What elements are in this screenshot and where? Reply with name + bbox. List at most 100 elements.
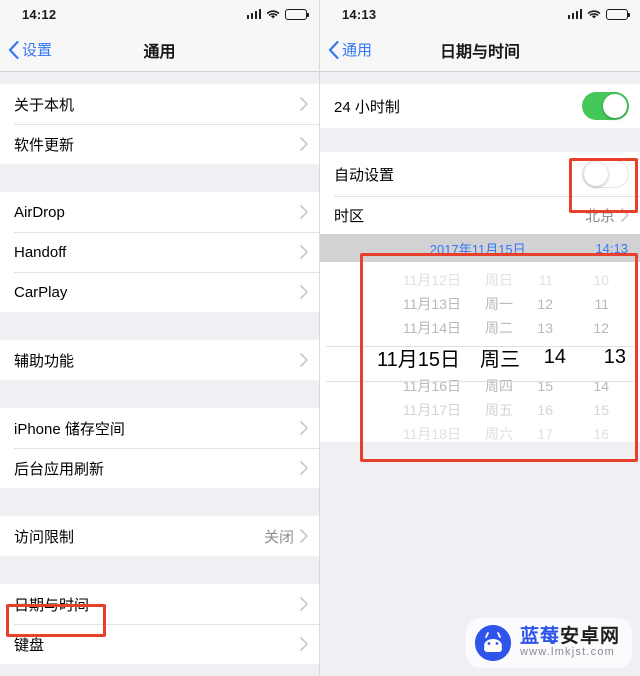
settings-row-24-hour[interactable]: 24 小时制 xyxy=(320,84,640,128)
picker-row[interactable]: 11月14日 周二 13 12 xyxy=(320,316,640,340)
cellular-bars-icon xyxy=(246,9,261,19)
dual-screenshot-container: 14:12 设置 通用 关于本机 软件更新 AirDrop Handoff Ca… xyxy=(0,0,640,676)
row-value: 关闭 xyxy=(263,528,294,546)
picker-minute: 10 xyxy=(593,272,609,288)
chevron-right-icon xyxy=(621,208,629,222)
picker-hour: 14 xyxy=(543,345,566,368)
picker-date: 11月12日 xyxy=(402,272,461,288)
chevron-right-icon xyxy=(300,285,308,299)
date-picker-wheel[interactable]: 11月12日 周日 11 10 11月13日 周一 12 11 11月14日 周… xyxy=(320,262,640,442)
row-value: 北京 xyxy=(584,207,615,225)
picker-minute: 11 xyxy=(594,296,609,312)
toggle-24-hour[interactable] xyxy=(582,92,629,120)
picker-date: 11月18日 xyxy=(402,426,461,442)
picker-date: 11月14日 xyxy=(402,320,461,336)
settings-row-carplay[interactable]: CarPlay xyxy=(0,272,319,312)
settings-row-keyboard[interactable]: 键盘 xyxy=(0,624,319,664)
chevron-left-icon xyxy=(8,40,19,59)
row-label: iPhone 储存空间 xyxy=(14,420,125,438)
battery-icon xyxy=(606,8,631,20)
android-robot-icon xyxy=(474,625,511,661)
back-button-settings[interactable]: 设置 xyxy=(0,39,52,60)
left-nav-bar: 设置 通用 xyxy=(0,28,319,72)
section-gap xyxy=(320,72,640,84)
status-icons xyxy=(246,0,310,28)
picker-hour: 16 xyxy=(537,402,553,418)
section-gap xyxy=(0,164,319,192)
watermark-url: www.lmkjst.com xyxy=(519,646,615,659)
watermark-name-dark: 安卓网 xyxy=(559,626,620,648)
chevron-right-icon xyxy=(300,421,308,435)
picker-row[interactable]: 11月13日 周一 12 11 xyxy=(320,292,640,316)
picker-row[interactable]: 11月16日 周四 15 14 xyxy=(320,374,640,398)
picker-weekday: 周六 xyxy=(485,426,513,442)
settings-row-airdrop[interactable]: AirDrop xyxy=(0,192,319,232)
picker-weekday: 周二 xyxy=(485,320,513,336)
picker-row[interactable]: 11月18日 周六 17 16 xyxy=(320,422,640,442)
settings-row-time-zone[interactable]: 时区 北京 xyxy=(320,196,640,234)
row-label: 24 小时制 xyxy=(334,98,400,116)
status-time: 14:12 xyxy=(22,6,57,22)
picker-weekday: 周一 xyxy=(485,296,513,312)
right-status-bar: 14:13 xyxy=(320,0,640,28)
row-label: 访问限制 xyxy=(14,528,75,546)
chevron-right-icon xyxy=(300,205,308,219)
picker-weekday: 周四 xyxy=(485,378,513,394)
toggle-knob xyxy=(584,162,608,186)
settings-row-accessibility[interactable]: 辅助功能 xyxy=(0,340,319,380)
picker-minute: 16 xyxy=(593,426,609,442)
toggle-knob xyxy=(603,94,627,118)
row-label: Handoff xyxy=(14,243,67,261)
battery-icon xyxy=(285,8,310,20)
picker-weekday: 周日 xyxy=(485,272,513,288)
watermark-name: 蓝莓安卓网 xyxy=(520,627,620,647)
section-gap xyxy=(0,380,319,408)
section-gap xyxy=(0,488,319,516)
settings-row-date-and-time[interactable]: 日期与时间 xyxy=(0,584,319,624)
settings-row-iphone-storage[interactable]: iPhone 储存空间 xyxy=(0,408,319,448)
date-time-settings-list: 24 小时制 自动设置 时区 北京 2017年11月15日 14:13 11月1… xyxy=(320,72,640,442)
chevron-right-icon xyxy=(300,461,308,475)
left-phone-screen: 14:12 设置 通用 关于本机 软件更新 AirDrop Handoff Ca… xyxy=(0,0,320,676)
right-phone-screen: 14:13 通用 日期与时间 24 小时制 自动设置 时区 北京 2017年11… xyxy=(320,0,640,676)
row-label: 键盘 xyxy=(14,636,45,654)
chevron-right-icon xyxy=(300,597,308,611)
picker-header-date: 2017年11月15日 xyxy=(429,241,526,257)
wifi-icon xyxy=(587,9,601,20)
chevron-right-icon xyxy=(300,529,308,543)
date-picker-header[interactable]: 2017年11月15日 14:13 xyxy=(320,234,640,262)
picker-row[interactable]: 11月12日 周日 11 10 xyxy=(320,268,640,292)
picker-hour: 11 xyxy=(538,272,553,288)
picker-selection-line-bottom xyxy=(326,381,634,382)
picker-date: 11月16日 xyxy=(402,378,461,394)
chevron-right-icon xyxy=(300,137,308,151)
row-label: 时区 xyxy=(334,207,365,225)
row-label: AirDrop xyxy=(14,203,65,221)
site-watermark: 蓝莓安卓网 www.lmkjst.com xyxy=(465,618,632,668)
settings-row-about[interactable]: 关于本机 xyxy=(0,84,319,124)
settings-row-set-automatically[interactable]: 自动设置 xyxy=(320,152,640,196)
picker-row[interactable]: 11月17日 周五 16 15 xyxy=(320,398,640,422)
picker-minute: 13 xyxy=(603,345,626,368)
row-label: CarPlay xyxy=(14,283,68,301)
settings-row-background-app-refresh[interactable]: 后台应用刷新 xyxy=(0,448,319,488)
row-label: 后台应用刷新 xyxy=(14,460,105,478)
settings-row-handoff[interactable]: Handoff xyxy=(0,232,319,272)
status-icons xyxy=(567,0,631,28)
toggle-set-automatically[interactable] xyxy=(582,160,629,188)
row-label: 辅助功能 xyxy=(14,352,75,370)
row-label: 日期与时间 xyxy=(14,596,90,614)
section-gap xyxy=(320,128,640,152)
settings-row-software-update[interactable]: 软件更新 xyxy=(0,124,319,164)
picker-header-time: 14:13 xyxy=(595,240,628,256)
section-gap xyxy=(0,312,319,340)
section-gap xyxy=(0,72,319,84)
watermark-text: 蓝莓安卓网 www.lmkjst.com xyxy=(520,627,620,658)
picker-date: 11月13日 xyxy=(402,296,461,312)
settings-row-restrictions[interactable]: 访问限制 关闭 xyxy=(0,516,319,556)
back-button-label: 通用 xyxy=(342,42,373,59)
wifi-icon xyxy=(266,9,280,20)
back-button-label: 设置 xyxy=(22,42,53,59)
back-button-general[interactable]: 通用 xyxy=(320,39,372,60)
watermark-name-blue: 蓝莓 xyxy=(519,626,560,648)
